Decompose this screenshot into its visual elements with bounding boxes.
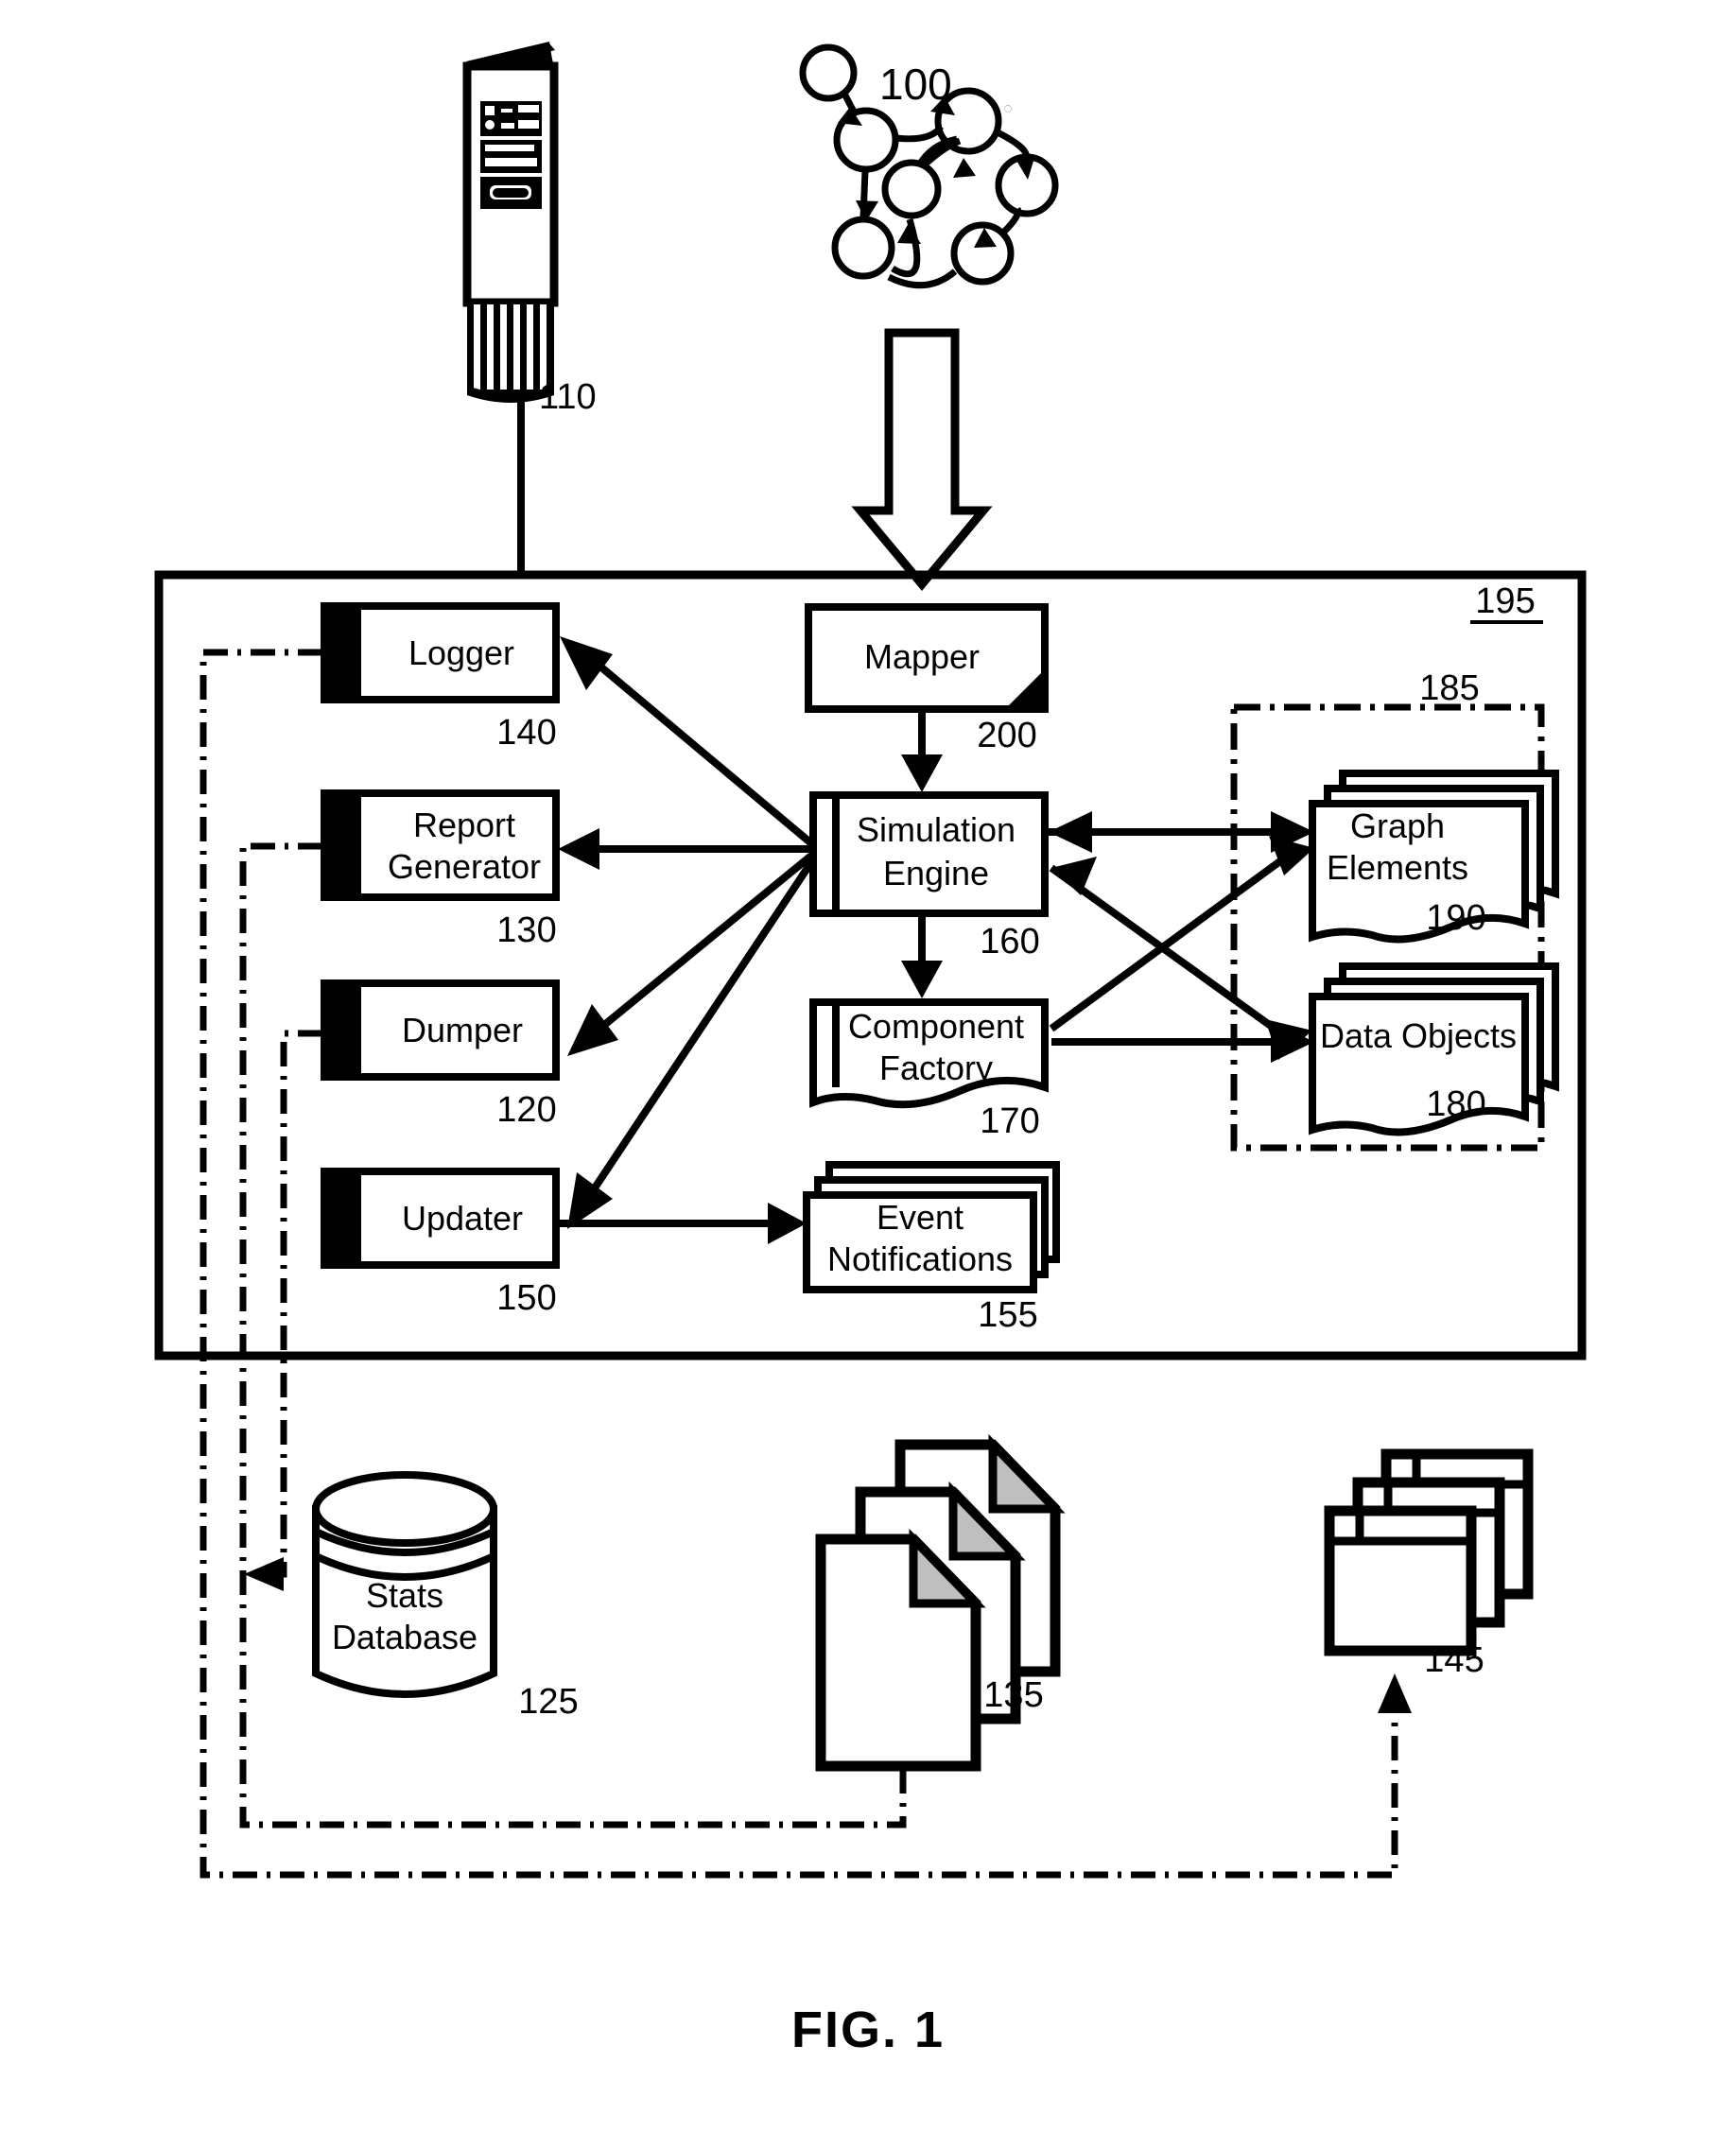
- component-mapper-label: Mapper: [864, 637, 980, 676]
- ref-195: 195: [1475, 581, 1535, 621]
- ref-155: 155: [978, 1295, 1037, 1335]
- output-stats-database-label-line2: Database: [332, 1618, 477, 1656]
- arrow-mapper-to-engine: [901, 709, 943, 792]
- component-simulation-engine[interactable]: Simulation Engine: [809, 791, 1049, 917]
- ref-145: 145: [1424, 1640, 1484, 1680]
- data-graph-elements-label-line1: Graph: [1350, 806, 1445, 845]
- output-stats-database-label-line1: Stats: [366, 1576, 443, 1615]
- component-event-notifications[interactable]: Event Notifications: [803, 1161, 1060, 1293]
- component-component-factory[interactable]: Component Factory: [809, 998, 1049, 1109]
- ref-180: 180: [1426, 1084, 1485, 1124]
- ref-130: 130: [496, 910, 556, 950]
- component-dumper[interactable]: Dumper: [321, 979, 560, 1081]
- component-simulation-engine-label-line2: Engine: [883, 854, 989, 893]
- ref-140: 140: [496, 713, 556, 753]
- ref-160: 160: [980, 922, 1039, 962]
- component-dumper-label: Dumper: [402, 1011, 523, 1049]
- component-report-generator-label-line2: Generator: [388, 847, 541, 886]
- data-data-objects-label: Data Objects: [1320, 1016, 1517, 1055]
- component-updater-label: Updater: [402, 1199, 523, 1238]
- component-event-notifications-label-line1: Event: [877, 1198, 963, 1237]
- arrow-engine-to-factory: [901, 913, 943, 998]
- ref-120: 120: [496, 1090, 556, 1130]
- server-tower-icon: [462, 42, 559, 403]
- engine-hub-arrows: [590, 663, 1291, 1192]
- ref-150: 150: [496, 1278, 556, 1318]
- ref-100: 100: [879, 60, 952, 109]
- figure-caption: FIG. 1: [791, 2002, 945, 2058]
- figure-canvas: 110 100 195 Logger 140 Report Generator …: [0, 0, 1736, 2149]
- component-mapper[interactable]: Mapper: [805, 603, 1049, 713]
- ref-110: 110: [539, 377, 597, 417]
- output-report-documents[interactable]: [815, 1433, 1066, 1772]
- ref-200: 200: [977, 716, 1036, 755]
- component-component-factory-label-line2: Factory: [879, 1049, 993, 1087]
- component-event-notifications-label-line2: Notifications: [827, 1239, 1013, 1278]
- ref-135: 135: [983, 1675, 1043, 1715]
- data-graph-elements-label-line2: Elements: [1327, 848, 1468, 887]
- component-report-generator-label-line1: Report: [413, 806, 515, 844]
- ref-170: 170: [980, 1101, 1039, 1141]
- component-report-generator[interactable]: Report Generator: [321, 789, 560, 901]
- component-component-factory-label-line1: Component: [848, 1007, 1024, 1046]
- ref-190: 190: [1426, 898, 1485, 938]
- output-display-windows[interactable]: [1324, 1448, 1534, 1656]
- ref-125: 125: [518, 1682, 578, 1722]
- component-logger[interactable]: Logger: [321, 602, 560, 703]
- block-arrow-down-icon: [851, 328, 993, 592]
- component-logger-label: Logger: [408, 633, 514, 672]
- ref-185: 185: [1419, 668, 1479, 708]
- component-simulation-engine-label-line1: Simulation: [857, 810, 1016, 849]
- output-stats-database[interactable]: Stats Database: [312, 1471, 497, 1698]
- component-updater[interactable]: Updater: [321, 1168, 560, 1269]
